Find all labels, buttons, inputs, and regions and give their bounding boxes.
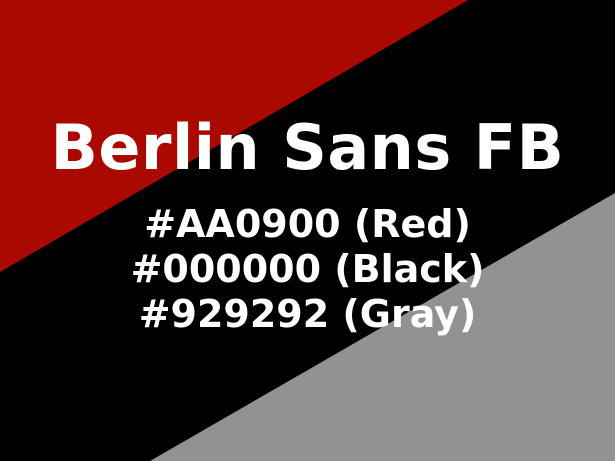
font-name-title: Berlin Sans FB [50, 111, 565, 184]
gray-color-code: #929292 (Gray) [138, 292, 477, 336]
red-color-code: #AA0900 (Red) [144, 202, 471, 246]
color-code-list: #AA0900 (Red) #000000 (Black) #929292 (G… [0, 202, 615, 337]
color-swatch-card: Berlin Sans FB #AA0900 (Red) #000000 (Bl… [0, 0, 615, 461]
black-color-code: #000000 (Black) [130, 247, 485, 291]
